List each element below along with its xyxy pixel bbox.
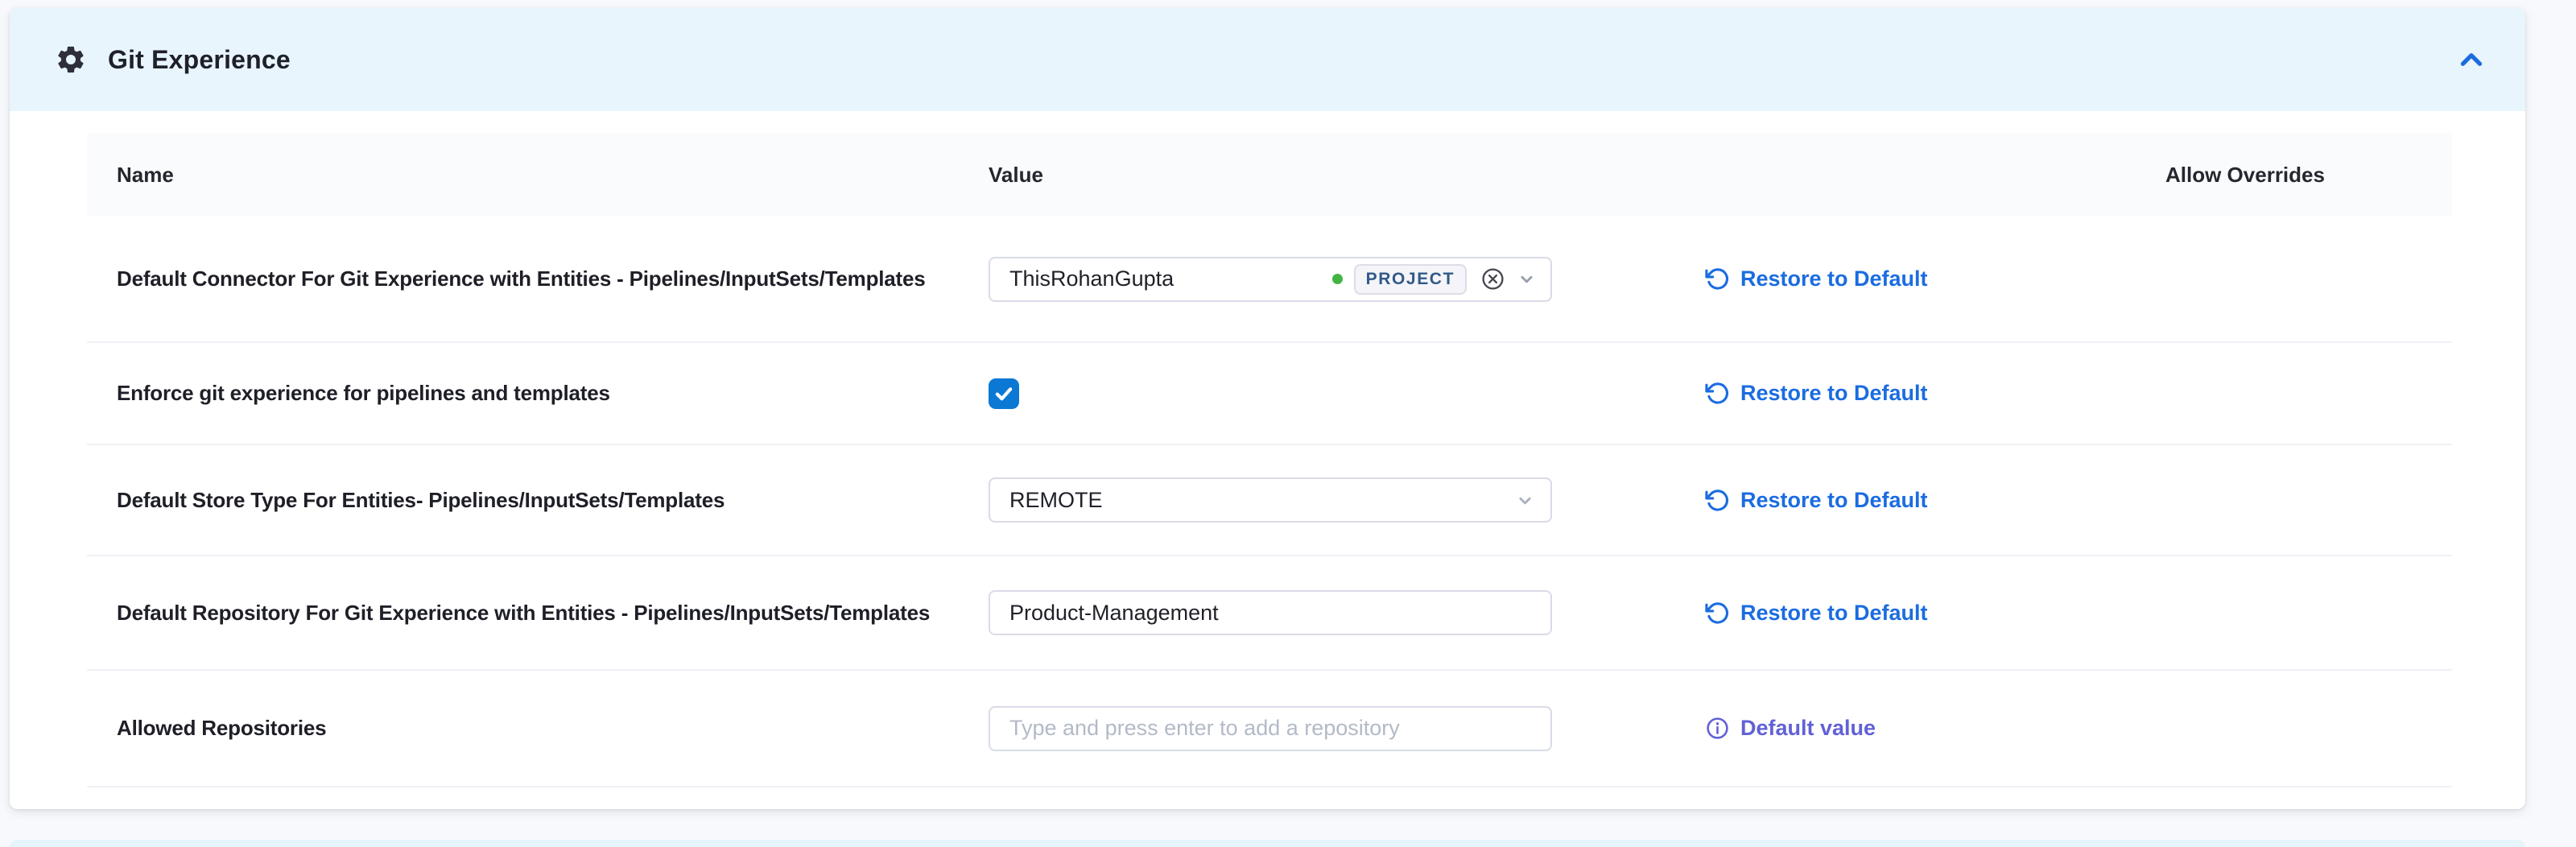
setting-label: Default Store Type For Entities- Pipelin… xyxy=(87,488,989,513)
default-value-label: Default value xyxy=(1740,716,1876,741)
table-row: Default Connector For Git Experience wit… xyxy=(87,217,2452,343)
restore-icon xyxy=(1705,488,1730,513)
chevron-down-icon[interactable] xyxy=(1516,268,1538,290)
restore-to-default-button[interactable]: Restore to Default xyxy=(1705,381,1928,406)
table-row: Allowed Repositories Default value xyxy=(87,671,2452,787)
restore-to-default-button[interactable]: Restore to Default xyxy=(1705,601,1928,626)
default-connector-select[interactable]: ThisRohanGupta PROJECT xyxy=(989,257,1552,302)
table-row: Enforce git experience for pipelines and… xyxy=(87,343,2452,445)
connector-status-dot-icon xyxy=(1332,274,1343,284)
default-repository-input[interactable] xyxy=(989,590,1552,635)
clear-connector-icon[interactable] xyxy=(1480,266,1505,291)
setting-label: Default Connector For Git Experience wit… xyxy=(87,266,989,291)
settings-gear-icon xyxy=(55,43,87,76)
restore-label: Restore to Default xyxy=(1740,601,1928,626)
store-type-value: REMOTE xyxy=(1009,488,1103,513)
restore-label: Restore to Default xyxy=(1740,488,1928,513)
setting-label: Default Repository For Git Experience wi… xyxy=(87,601,989,626)
enforce-git-experience-checkbox[interactable] xyxy=(989,378,1019,409)
table-row: Default Repository For Git Experience wi… xyxy=(87,556,2452,671)
next-section-header-strip xyxy=(10,840,2525,847)
restore-to-default-button[interactable]: Restore to Default xyxy=(1705,266,1928,291)
settings-table: Name Value Allow Overrides Default Conne… xyxy=(87,133,2452,787)
project-scope-badge: PROJECT xyxy=(1354,264,1467,295)
restore-icon xyxy=(1705,601,1730,626)
table-row: Default Store Type For Entities- Pipelin… xyxy=(87,445,2452,556)
setting-label: Enforce git experience for pipelines and… xyxy=(87,381,989,406)
chevron-down-icon xyxy=(1514,490,1536,511)
restore-icon xyxy=(1705,381,1730,406)
section-header-git-experience[interactable]: Git Experience xyxy=(10,8,2525,111)
check-icon xyxy=(992,382,1016,406)
restore-to-default-button[interactable]: Restore to Default xyxy=(1705,488,1928,513)
setting-label: Allowed Repositories xyxy=(87,716,989,741)
restore-icon xyxy=(1705,266,1730,291)
git-experience-settings-card: Git Experience Name Value Allow Override… xyxy=(10,8,2525,809)
column-header-value: Value xyxy=(989,163,2165,188)
allowed-repositories-input[interactable] xyxy=(989,706,1552,751)
column-header-allow-overrides: Allow Overrides xyxy=(2165,163,2452,188)
connector-value: ThisRohanGupta xyxy=(1009,266,1332,291)
column-header-name: Name xyxy=(87,163,989,188)
default-store-type-select[interactable]: REMOTE xyxy=(989,477,1552,523)
restore-label: Restore to Default xyxy=(1740,381,1928,406)
default-value-indicator[interactable]: Default value xyxy=(1705,716,1876,741)
section-title: Git Experience xyxy=(108,45,291,75)
table-header-row: Name Value Allow Overrides xyxy=(87,133,2452,217)
restore-label: Restore to Default xyxy=(1740,266,1928,291)
info-icon xyxy=(1705,716,1730,741)
chevron-up-icon[interactable] xyxy=(2454,43,2488,76)
